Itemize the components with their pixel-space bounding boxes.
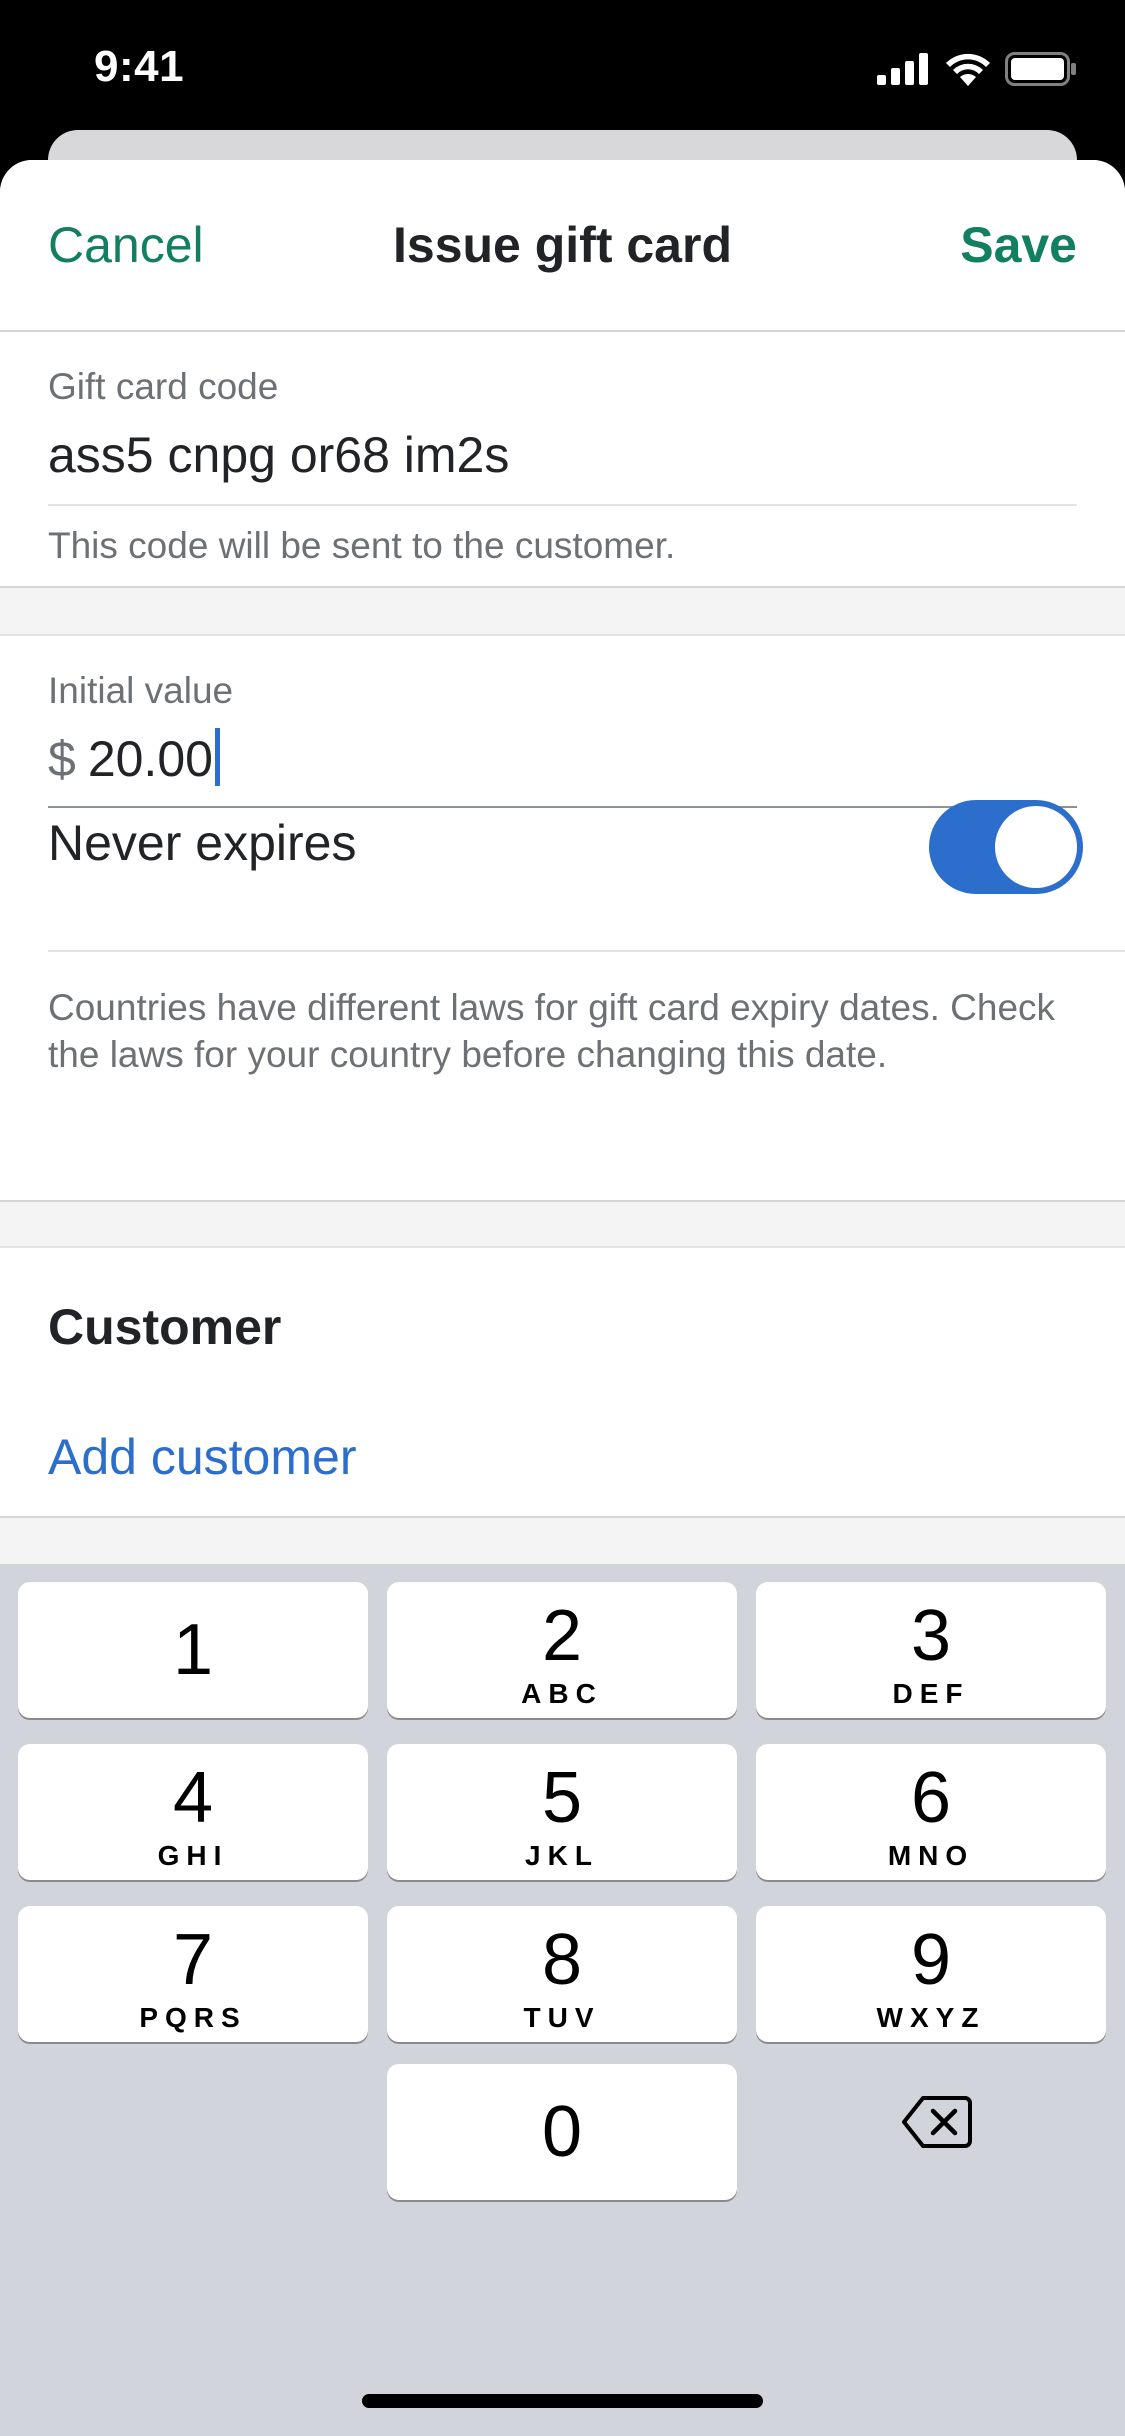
key-digit: 6 bbox=[910, 1758, 952, 1838]
key-digit: 3 bbox=[910, 1596, 952, 1676]
signal-icon bbox=[877, 53, 928, 85]
key-letters: GHI bbox=[157, 1840, 229, 1871]
customer-section: Customer Add customer bbox=[0, 1246, 1125, 1518]
never-expires-label: Never expires bbox=[48, 815, 357, 871]
toggle-knob bbox=[995, 806, 1077, 888]
delete-key[interactable] bbox=[762, 2054, 1112, 2190]
key-6[interactable]: 6 MNO bbox=[756, 1744, 1106, 1880]
key-5[interactable]: 5 JKL bbox=[387, 1744, 737, 1880]
key-4[interactable]: 4 GHI bbox=[18, 1744, 368, 1880]
gift-card-code-label: Gift card code bbox=[48, 366, 279, 407]
initial-value-field[interactable]: $20.00 bbox=[48, 728, 220, 788]
key-letters: TUV bbox=[523, 2002, 601, 2033]
key-0[interactable]: 0 bbox=[387, 2064, 737, 2200]
initial-value-section: Initial value $20.00 Never expires Count… bbox=[0, 634, 1125, 1202]
gift-card-code-field[interactable]: ass5 cnpg or68 im2s bbox=[48, 426, 509, 484]
page-title: Issue gift card bbox=[393, 217, 732, 273]
expiry-help-text: Countries have different laws for gift c… bbox=[48, 987, 1056, 1075]
nav-bar: Cancel Issue gift card Save bbox=[0, 160, 1125, 332]
key-letters: JKL bbox=[525, 1840, 599, 1871]
home-indicator[interactable] bbox=[362, 2394, 763, 2408]
key-7[interactable]: 7 PQRS bbox=[18, 1906, 368, 2042]
key-digit: 8 bbox=[541, 1920, 583, 2000]
customer-heading: Customer bbox=[48, 1299, 282, 1355]
key-digit: 5 bbox=[541, 1758, 583, 1838]
initial-value-label: Initial value bbox=[48, 670, 234, 711]
save-button[interactable]: Save bbox=[960, 216, 1077, 274]
key-digit: 0 bbox=[541, 2092, 583, 2172]
key-digit: 2 bbox=[541, 1596, 583, 1676]
key-9[interactable]: 9 WXYZ bbox=[756, 1906, 1106, 2042]
key-digit: 7 bbox=[172, 1920, 214, 2000]
status-bar: 9:41 bbox=[0, 0, 1125, 150]
key-2[interactable]: 2 ABC bbox=[387, 1582, 737, 1718]
key-letters: PQRS bbox=[139, 2002, 247, 2033]
status-time: 9:41 bbox=[94, 42, 185, 91]
key-3[interactable]: 3 DEF bbox=[756, 1582, 1106, 1718]
currency-symbol: $ bbox=[48, 731, 76, 787]
key-digit: 9 bbox=[910, 1920, 952, 2000]
backspace-icon bbox=[902, 2096, 972, 2148]
key-letters: DEF bbox=[892, 1678, 970, 1709]
numeric-keypad: 1 2 ABC 3 DEF 4 GHI 5 JKL 6 MNO 7 PQRS 8… bbox=[0, 1564, 1125, 2436]
add-customer-link[interactable]: Add customer bbox=[48, 1428, 356, 1486]
gift-card-code-help: This code will be sent to the customer. bbox=[48, 525, 676, 566]
key-1[interactable]: 1 bbox=[18, 1582, 368, 1718]
divider bbox=[48, 950, 1125, 952]
key-letters: MNO bbox=[887, 1840, 975, 1871]
wifi-icon bbox=[946, 53, 990, 86]
divider bbox=[48, 504, 1077, 506]
gift-card-code-section: Gift card code ass5 cnpg or68 im2s This … bbox=[0, 332, 1125, 588]
key-letters: WXYZ bbox=[876, 2002, 986, 2033]
initial-value-amount: 20.00 bbox=[87, 731, 213, 787]
key-8[interactable]: 8 TUV bbox=[387, 1906, 737, 2042]
key-letters: ABC bbox=[521, 1678, 603, 1709]
battery-icon bbox=[1005, 52, 1076, 86]
text-cursor bbox=[214, 728, 220, 786]
input-underline bbox=[48, 806, 1077, 808]
status-icons bbox=[877, 52, 1077, 86]
key-digit: 1 bbox=[172, 1610, 214, 1690]
key-digit: 4 bbox=[172, 1758, 214, 1838]
never-expires-toggle[interactable] bbox=[929, 800, 1083, 894]
issue-gift-card-sheet: Cancel Issue gift card Save Gift card co… bbox=[0, 160, 1125, 1564]
